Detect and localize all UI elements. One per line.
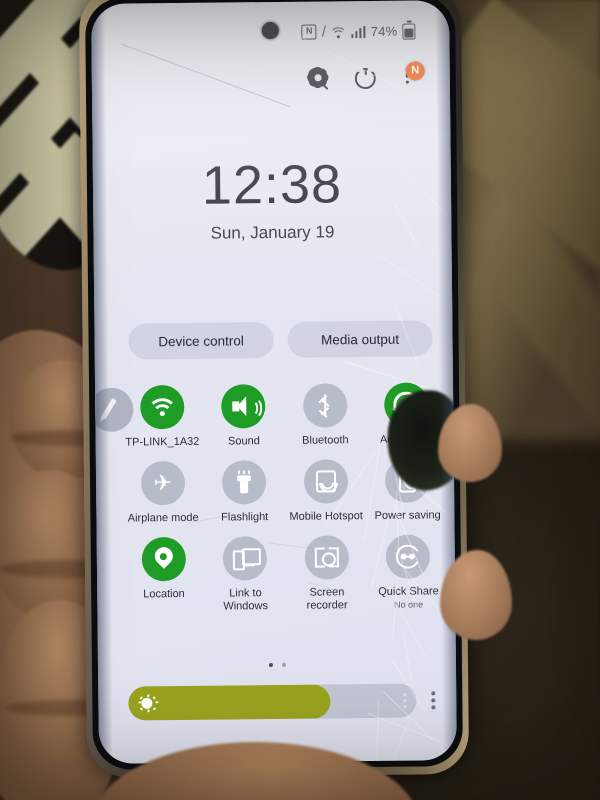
page-indicator bbox=[98, 661, 456, 669]
toggle-label: Link to Windows bbox=[223, 587, 268, 613]
airplane-icon: ✈ bbox=[140, 460, 186, 506]
toggle-wifi[interactable]: TP-LINK_1A32 bbox=[121, 384, 203, 450]
toggle-label: Mobile Hotspot bbox=[289, 510, 363, 523]
brightness-options-icon[interactable] bbox=[424, 691, 442, 709]
brightness-sun-icon bbox=[141, 697, 153, 709]
wifi-status-icon bbox=[330, 26, 347, 43]
power-icon[interactable] bbox=[352, 65, 376, 89]
toggle-label: Location bbox=[143, 587, 185, 601]
brightness-fill bbox=[128, 684, 331, 721]
toggle-bluetooth[interactable]: Bluetooth bbox=[284, 383, 366, 448]
toggle-label: Sound bbox=[227, 435, 260, 448]
toggle-label: Screen recorder bbox=[306, 586, 348, 612]
flashlight-icon bbox=[222, 460, 267, 505]
toggle-airplane-mode[interactable]: ✈ Airplane mode bbox=[122, 460, 204, 526]
quick-action-pills: Device control Media output bbox=[128, 320, 433, 360]
phone-device: N / 74% N 12:38 Sun, January 19 Device c… bbox=[78, 0, 470, 778]
gear-icon[interactable] bbox=[305, 64, 331, 91]
bluetooth-icon bbox=[302, 383, 348, 428]
toggle-sound[interactable]: Sound bbox=[203, 384, 285, 449]
nfc-slash-icon: / bbox=[321, 23, 327, 41]
battery-icon bbox=[402, 23, 416, 40]
toggle-screen-recorder[interactable]: Screen recorder bbox=[286, 535, 368, 613]
screen-recorder-icon bbox=[304, 535, 349, 580]
lock-clock: 12:38 Sun, January 19 bbox=[93, 154, 452, 245]
toggle-label: Bluetooth bbox=[302, 434, 349, 447]
clock-date: Sun, January 19 bbox=[210, 222, 335, 243]
toggle-flashlight[interactable]: Flashlight bbox=[203, 460, 285, 525]
clock-time: 12:38 bbox=[201, 154, 343, 216]
wifi-icon bbox=[139, 384, 185, 430]
slider-end-marker bbox=[403, 699, 407, 703]
toggle-mobile-hotspot[interactable]: Mobile Hotspot bbox=[285, 459, 367, 524]
hotspot-icon bbox=[303, 459, 349, 504]
media-output-button[interactable]: Media output bbox=[287, 320, 433, 358]
location-pin-icon bbox=[141, 536, 186, 582]
status-bar: N / 74% bbox=[301, 23, 416, 43]
brightness-slider[interactable] bbox=[128, 683, 417, 721]
quick-share-icon bbox=[385, 534, 431, 579]
link-to-windows-icon bbox=[222, 536, 268, 581]
page-dot[interactable] bbox=[281, 662, 286, 667]
front-camera-punch-hole bbox=[261, 21, 279, 40]
page-dot-active[interactable] bbox=[268, 663, 273, 668]
toggle-label: Airplane mode bbox=[127, 511, 199, 525]
toggle-label: TP-LINK_1A32 bbox=[125, 435, 200, 449]
toggle-label: Quick Share bbox=[378, 585, 439, 598]
device-control-button[interactable]: Device control bbox=[128, 322, 274, 360]
quick-settings-header: N bbox=[305, 61, 425, 91]
toggle-quick-share[interactable]: Quick Share No one bbox=[367, 534, 449, 612]
signal-strength-icon bbox=[351, 25, 366, 38]
toggle-label: Flashlight bbox=[221, 511, 269, 524]
toggle-link-to-windows[interactable]: Link to Windows bbox=[204, 536, 286, 614]
brightness-row bbox=[128, 683, 442, 721]
phone-screen[interactable]: N / 74% N 12:38 Sun, January 19 Device c… bbox=[91, 0, 457, 764]
notification-badge[interactable]: N bbox=[405, 61, 425, 81]
toggle-location[interactable]: Location bbox=[123, 536, 205, 615]
sound-icon bbox=[221, 384, 266, 429]
photo-scene: N / 74% N 12:38 Sun, January 19 Device c… bbox=[0, 0, 600, 800]
toggle-sublabel: No one bbox=[394, 599, 424, 610]
overflow-menu-icon[interactable]: N bbox=[398, 61, 425, 88]
toggle-label: Power saving bbox=[374, 509, 441, 522]
nfc-icon: N bbox=[301, 24, 317, 40]
battery-percent-label: 74% bbox=[370, 23, 398, 39]
